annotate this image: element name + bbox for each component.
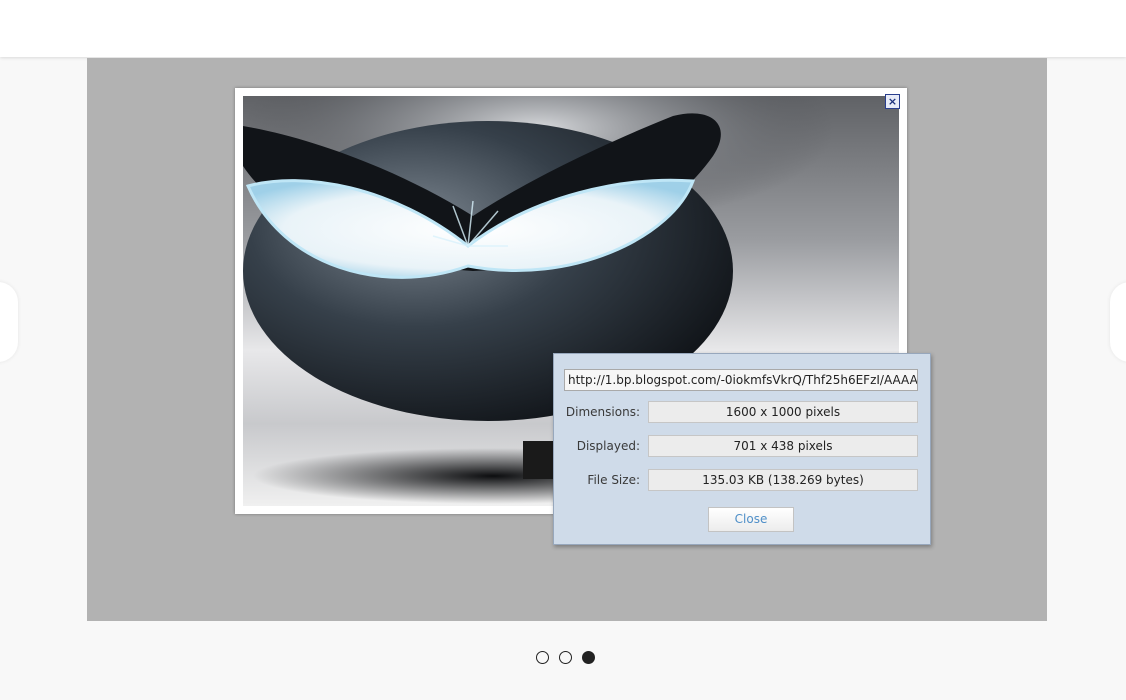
close-button[interactable]: Close (708, 507, 794, 532)
previous-slide-button[interactable] (0, 282, 18, 362)
file-size-label: File Size: (587, 473, 640, 487)
image-info-dialog: http://1.bp.blogspot.com/-0iokmfsVkrQ/Th… (553, 353, 931, 545)
carousel-pagination (536, 651, 595, 665)
top-bar (0, 0, 1126, 57)
displayed-value: 701 x 438 pixels (648, 435, 918, 457)
carousel-dot-1[interactable] (536, 651, 549, 664)
image-url-field[interactable]: http://1.bp.blogspot.com/-0iokmfsVkrQ/Th… (564, 369, 918, 391)
slide-stage: × http://1.bp.blogspot.com/-0iokmfsVkrQ/… (87, 58, 1047, 621)
carousel-dot-2[interactable] (559, 651, 572, 664)
file-size-value: 135.03 KB (138.269 bytes) (648, 469, 918, 491)
carousel-dot-3[interactable] (582, 651, 595, 664)
next-slide-button[interactable] (1110, 282, 1126, 362)
lightbox-close-icon[interactable]: × (885, 94, 900, 109)
dimensions-value: 1600 x 1000 pixels (648, 401, 918, 423)
displayed-label: Displayed: (576, 439, 640, 453)
dimensions-label: Dimensions: (565, 405, 640, 419)
